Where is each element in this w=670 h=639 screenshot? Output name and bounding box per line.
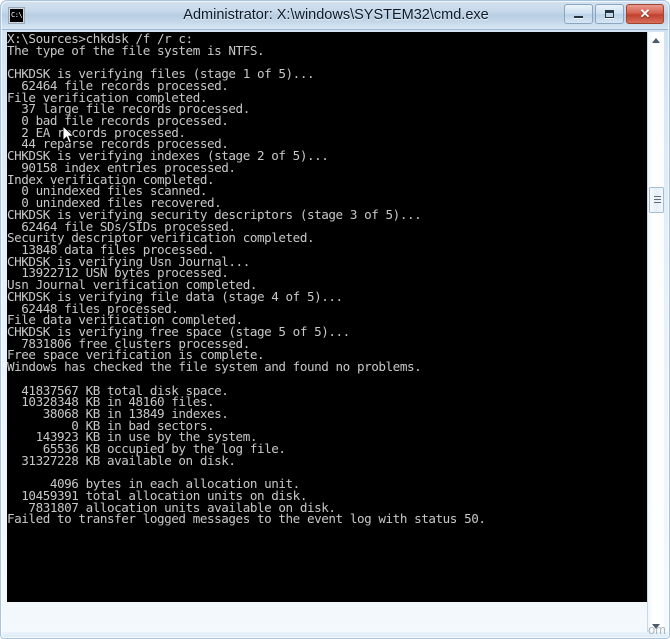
scrollbar-thumb-grip [654,196,661,203]
maximize-button[interactable] [595,4,624,24]
console-output-area[interactable]: X:\Sources>chkdsk /f /r c: The type of t… [7,32,647,602]
chevron-down-icon [652,623,660,629]
chevron-up-icon [652,37,660,43]
close-button[interactable]: ✕ [626,4,664,24]
cmd-console-icon[interactable]: C:\ [8,7,25,24]
console-text: X:\Sources>chkdsk /f /r c: The type of t… [7,32,486,527]
close-icon: ✕ [639,6,651,21]
scrollbar-track-upper[interactable] [648,48,664,187]
maximize-icon [596,5,623,23]
cmd-console-icon-glyph: C:\ [10,9,23,22]
minimize-icon [565,5,592,23]
window-titlebar[interactable]: C:\ Administrator: X:\windows\SYSTEM32\c… [1,1,669,30]
scrollbar-thumb[interactable] [649,187,664,213]
cmd-window: C:\ Administrator: X:\windows\SYSTEM32\c… [0,0,670,639]
window-bottom-border [1,632,669,638]
minimize-button[interactable] [564,4,593,24]
vertical-scrollbar[interactable] [647,32,664,634]
scrollbar-track-lower[interactable] [648,213,664,618]
scroll-up-arrow[interactable] [648,32,664,48]
